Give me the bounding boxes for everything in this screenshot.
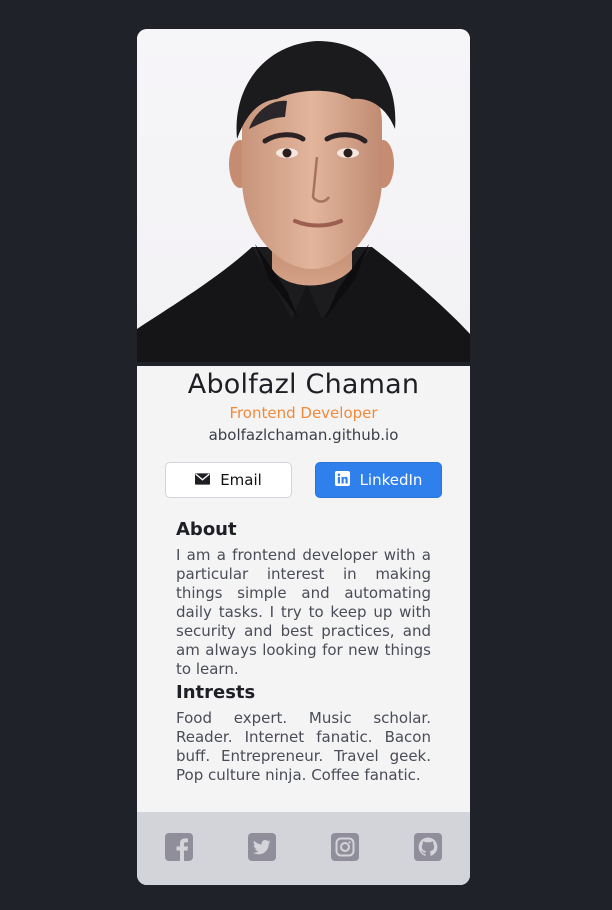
- facebook-icon[interactable]: [165, 833, 193, 861]
- about-text: I am a frontend developer with a particu…: [176, 546, 431, 678]
- social-footer: [137, 812, 470, 885]
- email-button[interactable]: Email: [165, 462, 292, 498]
- instagram-icon[interactable]: [331, 833, 359, 861]
- about-heading: About: [176, 519, 237, 540]
- linkedin-icon: [334, 470, 350, 490]
- linkedin-button-label: LinkedIn: [359, 471, 423, 489]
- interests-heading: Intrests: [176, 682, 256, 703]
- profile-card: Abolfazl Chaman Frontend Developer abolf…: [137, 29, 470, 885]
- profile-website[interactable]: abolfazlchaman.github.io: [137, 426, 470, 444]
- linkedin-button[interactable]: LinkedIn: [315, 462, 442, 498]
- profile-name: Abolfazl Chaman: [187, 369, 420, 400]
- mail-icon: [195, 471, 211, 489]
- profile-photo: [137, 29, 470, 362]
- profile-role: Frontend Developer: [229, 404, 378, 422]
- email-button-label: Email: [220, 471, 262, 489]
- photo-divider: [137, 362, 470, 366]
- github-icon[interactable]: [414, 833, 442, 861]
- interests-text: Food expert. Music scholar. Reader. Inte…: [176, 709, 431, 784]
- twitter-icon[interactable]: [248, 833, 276, 861]
